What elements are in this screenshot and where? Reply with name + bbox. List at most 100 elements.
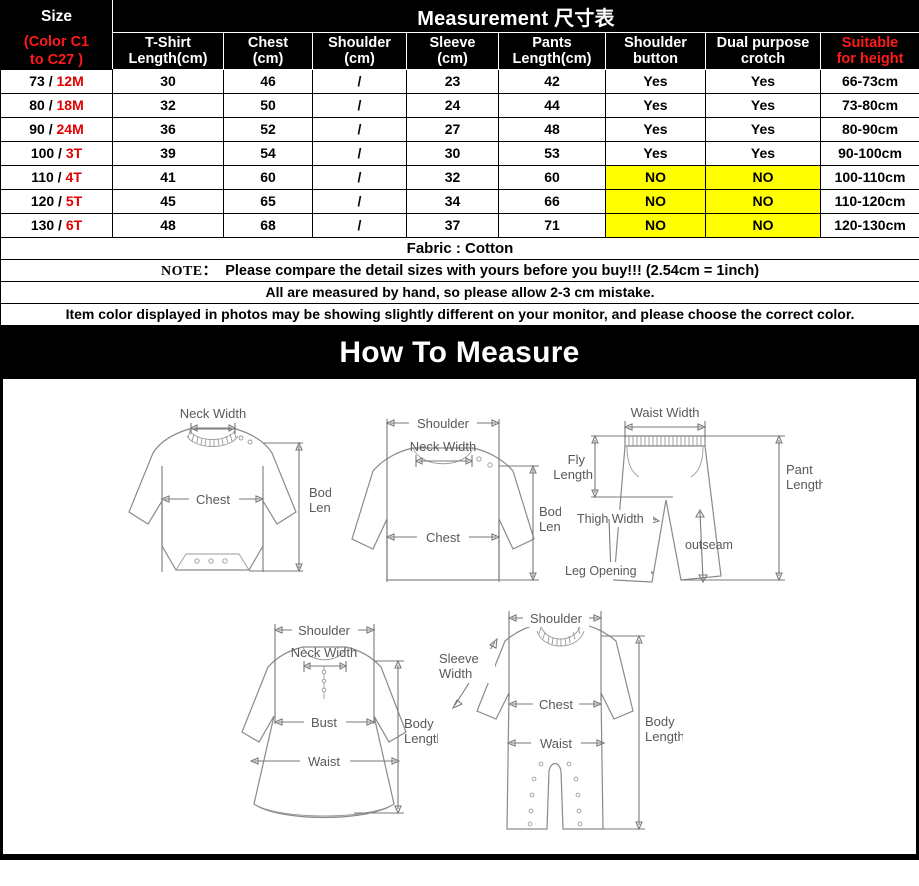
header-line-1: Dual purpose	[716, 34, 810, 51]
header-line-2: Length(cm)	[128, 50, 208, 67]
diagram-bodysuit: Neck Width Chest Bod Len	[91, 394, 331, 584]
cell-sleeve: 27	[406, 116, 499, 142]
column-header-shoulder: Shoulder (cm)	[312, 32, 407, 70]
cell-height: 120-130cm	[819, 212, 919, 238]
table-row: 130 / 6T 48 68 / 37 71 NO NO 120-130cm	[0, 212, 919, 238]
table-row: 90 / 24M 36 52 / 27 48 Yes Yes 80-90cm	[0, 116, 919, 142]
header-line-2: (cm)	[437, 50, 468, 67]
cell-shoulder: /	[312, 140, 407, 166]
measurement-diagrams: Neck Width Chest Bod Len Shoulder Neck W…	[0, 378, 919, 860]
cell-pants-length: 53	[498, 140, 606, 166]
cell-size: 80 / 18M	[0, 92, 113, 118]
label-shoulder: Shoulder	[298, 623, 351, 638]
cell-chest: 46	[223, 68, 313, 94]
column-header-sleeve: Sleeve (cm)	[406, 32, 499, 70]
size-age: 12M	[56, 73, 84, 90]
size-number: 90 /	[29, 121, 57, 138]
cell-sleeve: 34	[406, 188, 499, 214]
cell-dual-crotch: Yes	[705, 92, 821, 118]
cell-pants-length: 60	[498, 164, 606, 190]
size-age: 4T	[65, 169, 82, 186]
cell-chest: 60	[223, 164, 313, 190]
header-line-2: crotch	[740, 50, 786, 67]
diagram-pants: Waist Width Fly Length Thigh Width Leg O…	[553, 394, 823, 594]
size-header-subtitle: (Color C1 to C27 )	[0, 32, 113, 70]
label-neck-width: Neck Width	[291, 645, 357, 660]
label-chest: Chest	[539, 697, 573, 712]
label-body-length-1: Body	[645, 714, 675, 729]
label-leg-opening: Leg Opening	[565, 564, 637, 578]
label-chest: Chest	[196, 492, 230, 507]
warning-note: NOTE： Please compare the detail sizes wi…	[0, 258, 919, 282]
color-note: Item color displayed in photos may be sh…	[0, 302, 919, 326]
label-waist: Waist	[308, 754, 340, 769]
column-header-suitable-for-height: Suitable for height	[819, 32, 919, 70]
size-number: 110 /	[31, 169, 66, 186]
size-chart-page: Size Measurement 尺寸表 (Color C1 to C27 ) …	[0, 0, 919, 886]
label-pant-length-1: Pant	[786, 462, 813, 477]
table-row: 120 / 5T 45 65 / 34 66 NO NO 110-120cm	[0, 188, 919, 214]
column-header-dual-purpose-crotch: Dual purpose crotch	[705, 32, 821, 70]
cell-height: 73-80cm	[819, 92, 919, 118]
header-line-2: Length(cm)	[512, 50, 592, 67]
cell-shoulder-button: NO	[605, 212, 706, 238]
cell-pants-length: 66	[498, 188, 606, 214]
measure-note: All are measured by hand, so please allo…	[0, 280, 919, 304]
cell-shoulder-button: NO	[605, 188, 706, 214]
note-tag: NOTE：	[160, 264, 218, 280]
label-neck-width: Neck Width	[180, 406, 246, 421]
size-age: 3T	[65, 145, 83, 162]
cell-tshirt-length: 32	[112, 92, 224, 118]
cell-dual-crotch: Yes	[705, 140, 821, 166]
header-line-2: button	[632, 50, 679, 67]
size-age: 24M	[56, 121, 84, 138]
label-pant-length-2: Length	[786, 477, 823, 492]
cell-size: 73 / 12M	[0, 68, 113, 94]
label-sleeve-width-2: Width	[439, 666, 472, 681]
label-bust: Bust	[311, 715, 337, 730]
label-waist: Waist	[540, 736, 572, 751]
label-neck-width: Neck Width	[410, 439, 476, 454]
column-header-tshirt-length: T-Shirt Length(cm)	[112, 32, 224, 70]
cell-shoulder-button: Yes	[605, 68, 706, 94]
note-text: Please compare the detail sizes with you…	[225, 263, 760, 280]
cell-height: 80-90cm	[819, 116, 919, 142]
label-fly-length-2: Length	[553, 467, 593, 482]
table-header-row: (Color C1 to C27 ) T-Shirt Length(cm) Ch…	[0, 32, 919, 70]
header-line-1: Sleeve	[429, 34, 476, 51]
cell-chest: 50	[223, 92, 313, 118]
cell-size: 120 / 5T	[0, 188, 113, 214]
cell-chest: 54	[223, 140, 313, 166]
cell-shoulder: /	[312, 92, 407, 118]
size-age: 18M	[56, 97, 84, 114]
label-shoulder: Shoulder	[417, 416, 470, 431]
cell-sleeve: 30	[406, 140, 499, 166]
cell-shoulder-button: NO	[605, 164, 706, 190]
cell-shoulder: /	[312, 212, 407, 238]
measurement-title: Measurement 尺寸表	[111, 0, 919, 33]
cell-tshirt-length: 30	[112, 68, 224, 94]
cell-shoulder: /	[312, 116, 407, 142]
cell-chest: 68	[223, 212, 313, 238]
cell-sleeve: 23	[406, 68, 499, 94]
table-row: 73 / 12M 30 46 / 23 42 Yes Yes 66-73cm	[0, 68, 919, 94]
header-line-1: T-Shirt	[145, 34, 191, 51]
label-outseam: outseam	[685, 538, 733, 552]
how-to-measure-banner: How To Measure	[0, 325, 919, 379]
header-line-1: Shoulder	[624, 34, 687, 51]
table-row: 110 / 4T 41 60 / 32 60 NO NO 100-110cm	[0, 164, 919, 190]
cell-height: 110-120cm	[819, 188, 919, 214]
label-shoulder: Shoulder	[530, 611, 583, 626]
cell-shoulder-button: Yes	[605, 92, 706, 118]
label-chest: Chest	[426, 530, 460, 545]
cell-shoulder-button: Yes	[605, 140, 706, 166]
cell-height: 100-110cm	[819, 164, 919, 190]
label-thigh-width: Thigh Width	[577, 512, 644, 526]
cell-height: 66-73cm	[819, 68, 919, 94]
size-subtitle-line1: (Color C1	[23, 33, 90, 50]
cell-sleeve: 24	[406, 92, 499, 118]
size-subtitle-line2: to C27 )	[29, 51, 84, 68]
cell-sleeve: 37	[406, 212, 499, 238]
header-line-2: for height	[836, 50, 904, 67]
cell-tshirt-length: 45	[112, 188, 224, 214]
